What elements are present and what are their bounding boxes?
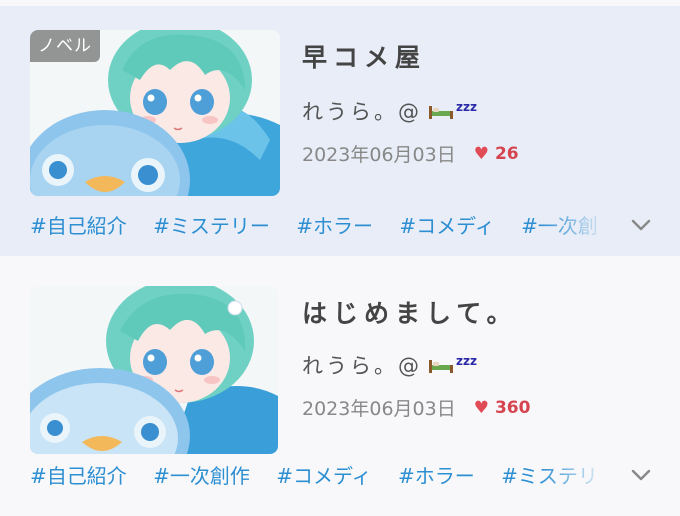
tag-link[interactable]: #コメディ <box>399 214 494 238</box>
chevron-down-icon[interactable] <box>630 218 652 232</box>
heart-icon: ♥ <box>473 397 489 418</box>
work-meta: 2023年06月03日 ♥ 360 <box>302 394 530 421</box>
tag-link[interactable]: #一次創作 <box>153 464 250 488</box>
like-count: 360 <box>494 397 531 418</box>
author-label: れうら。@ <box>302 354 422 378</box>
novel-badge: ノベル <box>30 30 100 62</box>
chevron-down-icon[interactable] <box>630 468 652 482</box>
sleep-emoji: zzz <box>456 100 477 114</box>
tag-fade <box>540 210 610 242</box>
tag-list: #自己紹介 #一次創作 #コメディ #ホラー #ミステリ <box>30 460 610 492</box>
post-date: 2023年06月03日 <box>302 398 456 420</box>
card-divider <box>0 256 680 264</box>
tag-link[interactable]: #ミステリー <box>153 214 270 238</box>
tag-list: #自己紹介 #ミステリー #ホラー #コメディ #一次創 <box>30 210 610 242</box>
tag-link[interactable]: #コメディ <box>276 464 371 488</box>
work-card[interactable]: はじめまして。 れうら。@ zzz 2023年06月03日 ♥ 360 #自己紹… <box>0 264 680 516</box>
sleep-emoji: zzz <box>456 354 477 368</box>
illustration-image <box>30 286 278 454</box>
author-label: れうら。@ <box>302 100 422 124</box>
bed-icon <box>429 106 453 119</box>
work-thumbnail[interactable]: ノベル <box>30 30 280 196</box>
bed-icon <box>429 360 453 373</box>
work-title[interactable]: 早コメ屋 <box>302 38 426 74</box>
work-title[interactable]: はじめまして。 <box>302 294 518 330</box>
author-name[interactable]: れうら。@ zzz <box>302 96 477 126</box>
tag-link[interactable]: #ホラー <box>398 464 475 488</box>
author-name[interactable]: れうら。@ zzz <box>302 350 477 380</box>
work-meta: 2023年06月03日 ♥ 26 <box>302 140 519 167</box>
tag-fade <box>540 460 610 492</box>
tag-link[interactable]: #ホラー <box>296 214 373 238</box>
work-card[interactable]: ノベル 早コメ屋 れうら。@ zzz 2023年06月03日 ♥ 26 #自己紹… <box>0 0 680 256</box>
heart-icon: ♥ <box>473 143 489 164</box>
tag-link[interactable]: #自己紹介 <box>30 464 127 488</box>
work-thumbnail[interactable] <box>30 286 278 454</box>
like-count: 26 <box>494 143 519 164</box>
tag-link[interactable]: #自己紹介 <box>30 214 127 238</box>
post-date: 2023年06月03日 <box>302 144 456 166</box>
